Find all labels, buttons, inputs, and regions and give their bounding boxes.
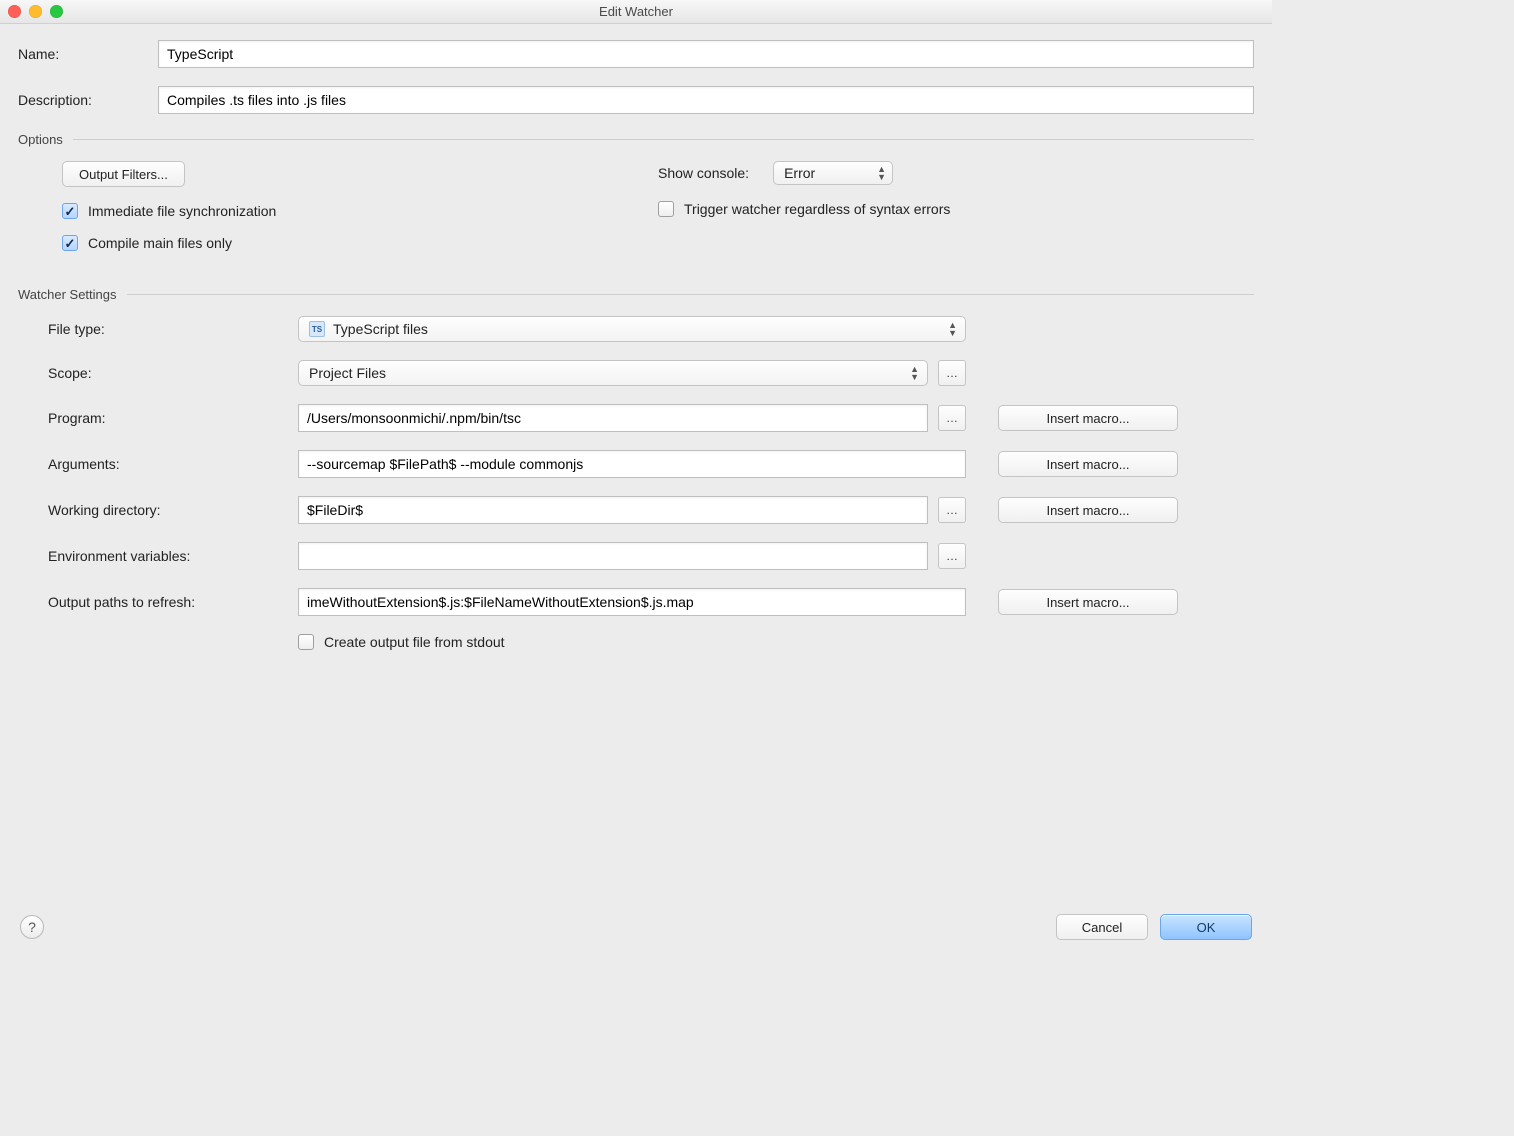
trigger-regardless-checkbox[interactable]: Trigger watcher regardless of syntax err… bbox=[658, 201, 950, 217]
show-console-value: Error bbox=[784, 165, 815, 181]
arguments-insert-macro-button[interactable]: Insert macro... bbox=[998, 451, 1178, 477]
program-browse-button[interactable]: … bbox=[938, 405, 966, 431]
env-vars-input[interactable] bbox=[298, 542, 928, 570]
file-type-select[interactable]: TS TypeScript files ▲▼ bbox=[298, 316, 966, 342]
immediate-sync-checkbox[interactable]: Immediate file synchronization bbox=[62, 203, 276, 219]
scope-browse-button[interactable]: … bbox=[938, 360, 966, 386]
scope-value: Project Files bbox=[309, 365, 386, 381]
output-paths-label: Output paths to refresh: bbox=[48, 594, 298, 610]
show-console-label: Show console: bbox=[658, 165, 749, 181]
checkbox-icon bbox=[62, 203, 78, 219]
file-type-value: TypeScript files bbox=[333, 321, 428, 337]
program-input[interactable] bbox=[298, 404, 928, 432]
ok-button[interactable]: OK bbox=[1160, 914, 1252, 940]
program-label: Program: bbox=[48, 410, 298, 426]
chevron-updown-icon: ▲▼ bbox=[910, 365, 919, 381]
create-output-stdout-checkbox[interactable]: Create output file from stdout bbox=[298, 634, 505, 650]
checkbox-icon bbox=[62, 235, 78, 251]
output-filters-button[interactable]: Output Filters... bbox=[62, 161, 185, 187]
compile-main-checkbox[interactable]: Compile main files only bbox=[62, 235, 232, 251]
description-input[interactable] bbox=[158, 86, 1254, 114]
help-icon: ? bbox=[28, 919, 36, 935]
checkbox-icon bbox=[298, 634, 314, 650]
scope-select[interactable]: Project Files ▲▼ bbox=[298, 360, 928, 386]
name-label: Name: bbox=[18, 46, 158, 62]
chevron-updown-icon: ▲▼ bbox=[948, 321, 957, 337]
working-dir-insert-macro-button[interactable]: Insert macro... bbox=[998, 497, 1178, 523]
dialog-footer: ? Cancel OK bbox=[0, 900, 1272, 954]
titlebar: Edit Watcher bbox=[0, 0, 1272, 24]
options-section-label: Options bbox=[18, 132, 63, 147]
checkbox-icon bbox=[658, 201, 674, 217]
working-dir-browse-button[interactable]: … bbox=[938, 497, 966, 523]
working-dir-input[interactable] bbox=[298, 496, 928, 524]
env-vars-browse-button[interactable]: … bbox=[938, 543, 966, 569]
divider bbox=[127, 294, 1254, 295]
env-vars-label: Environment variables: bbox=[48, 548, 298, 564]
output-paths-insert-macro-button[interactable]: Insert macro... bbox=[998, 589, 1178, 615]
window-title: Edit Watcher bbox=[0, 4, 1272, 19]
scope-label: Scope: bbox=[48, 365, 298, 381]
show-console-select[interactable]: Error ▲▼ bbox=[773, 161, 893, 185]
typescript-file-icon: TS bbox=[309, 321, 325, 337]
chevron-updown-icon: ▲▼ bbox=[877, 165, 886, 181]
arguments-input[interactable] bbox=[298, 450, 966, 478]
description-label: Description: bbox=[18, 92, 158, 108]
compile-main-label: Compile main files only bbox=[88, 235, 232, 251]
working-dir-label: Working directory: bbox=[48, 502, 298, 518]
output-paths-input[interactable] bbox=[298, 588, 966, 616]
trigger-regardless-label: Trigger watcher regardless of syntax err… bbox=[684, 201, 950, 217]
arguments-label: Arguments: bbox=[48, 456, 298, 472]
cancel-button[interactable]: Cancel bbox=[1056, 914, 1148, 940]
name-input[interactable] bbox=[158, 40, 1254, 68]
immediate-sync-label: Immediate file synchronization bbox=[88, 203, 276, 219]
watcher-settings-section-label: Watcher Settings bbox=[18, 287, 117, 302]
help-button[interactable]: ? bbox=[20, 915, 44, 939]
divider bbox=[73, 139, 1254, 140]
create-output-stdout-label: Create output file from stdout bbox=[324, 634, 505, 650]
file-type-label: File type: bbox=[48, 321, 298, 337]
program-insert-macro-button[interactable]: Insert macro... bbox=[998, 405, 1178, 431]
